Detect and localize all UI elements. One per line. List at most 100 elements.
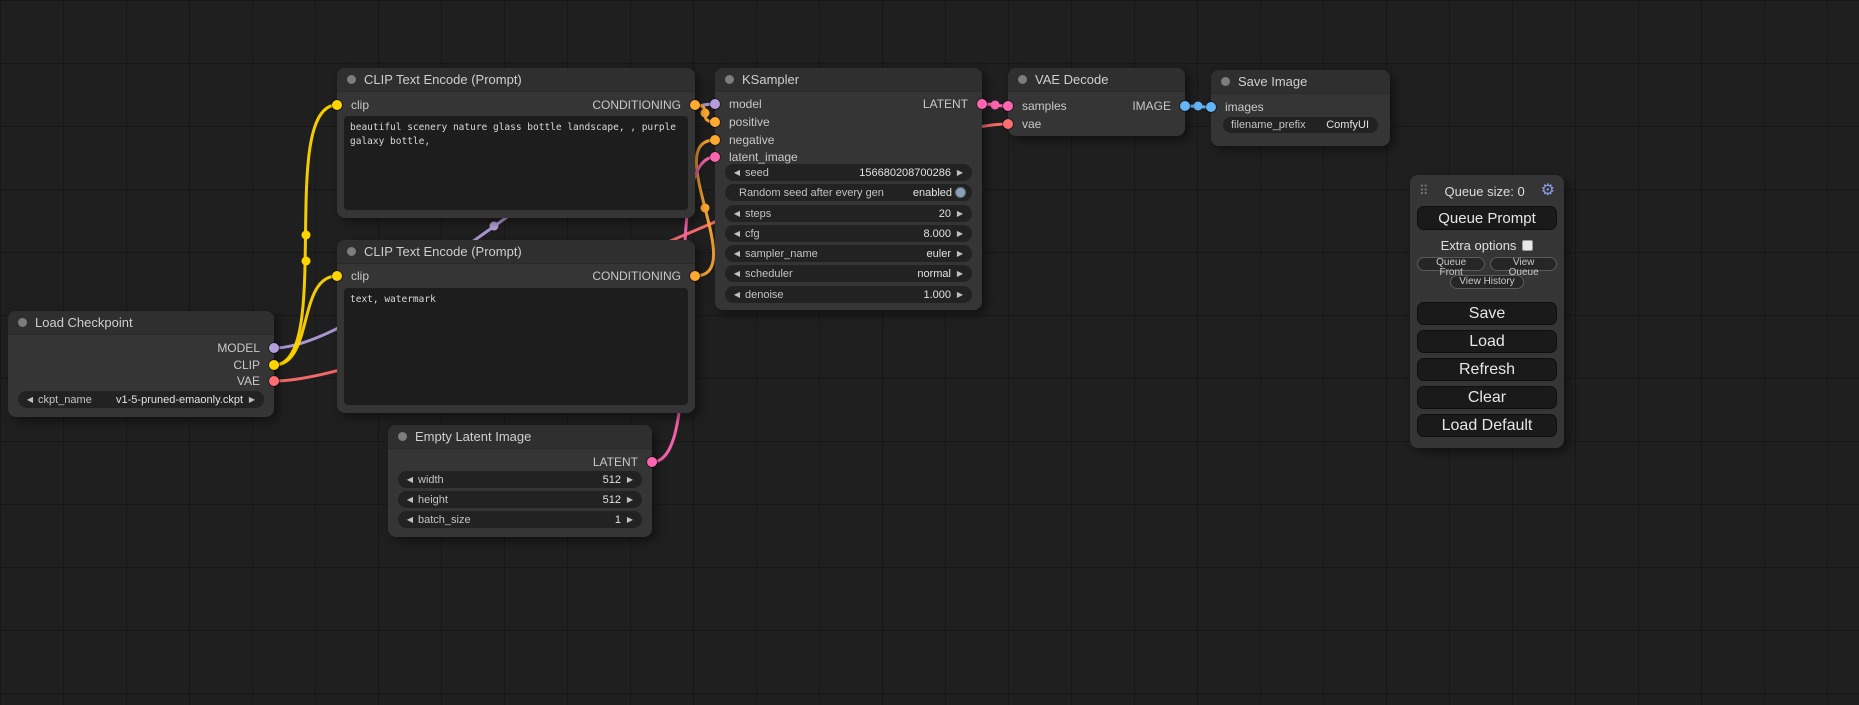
graph-canvas[interactable]: Load Checkpoint MODEL CLIP VAE ◀ ckpt_na… — [0, 0, 1859, 705]
queue-front-button[interactable]: Queue Front — [1417, 257, 1485, 271]
increment-arrow-icon[interactable]: ▶ — [954, 249, 966, 258]
decrement-arrow-icon[interactable]: ◀ — [731, 229, 743, 238]
width-widget[interactable]: ◀ width 512 ▶ — [398, 471, 642, 488]
decrement-arrow-icon[interactable]: ◀ — [731, 290, 743, 299]
cfg-widget[interactable]: ◀ cfg 8.000 ▶ — [725, 225, 972, 242]
node-load-checkpoint[interactable]: Load Checkpoint MODEL CLIP VAE ◀ ckpt_na… — [8, 311, 274, 417]
drag-handle-icon[interactable]: ⠿ — [1419, 183, 1429, 199]
widget-value: enabled — [913, 187, 952, 199]
collapse-dot[interactable] — [347, 75, 356, 84]
node-clip-text-encode-negative[interactable]: CLIP Text Encode (Prompt) clip CONDITION… — [337, 240, 695, 413]
settings-gear-icon[interactable]: ⚙ — [1541, 183, 1555, 199]
increment-arrow-icon[interactable]: ▶ — [954, 290, 966, 299]
latent-image-input-port[interactable] — [710, 152, 720, 162]
decrement-arrow-icon[interactable]: ◀ — [404, 475, 416, 484]
collapse-dot[interactable] — [1221, 77, 1230, 86]
collapse-dot[interactable] — [725, 75, 734, 84]
slot-label: vae — [1022, 117, 1041, 131]
random-seed-toggle[interactable]: Random seed after every gen enabled — [725, 184, 972, 201]
widget-label: scheduler — [745, 268, 793, 280]
positive-input-port[interactable] — [710, 117, 720, 127]
view-history-button[interactable]: View History — [1450, 275, 1523, 289]
widget-value: 1.000 — [923, 289, 951, 301]
image-output-port[interactable] — [1180, 101, 1190, 111]
increment-arrow-icon[interactable]: ▶ — [954, 209, 966, 218]
collapse-dot[interactable] — [398, 432, 407, 441]
input-slot-images: images — [1211, 99, 1390, 115]
conditioning-output-port[interactable] — [690, 100, 700, 110]
widget-value: 8.000 — [923, 228, 951, 240]
prompt-textarea[interactable]: text, watermark — [344, 288, 688, 405]
decrement-arrow-icon[interactable]: ◀ — [404, 515, 416, 524]
vae-output-port[interactable] — [269, 376, 279, 386]
model-output-port[interactable] — [269, 343, 279, 353]
save-button[interactable]: Save — [1417, 302, 1557, 325]
node-ksampler[interactable]: KSampler model positive negative latent_… — [715, 68, 982, 310]
ckpt-name-widget[interactable]: ◀ ckpt_name v1-5-pruned-emaonly.ckpt ▶ — [18, 391, 264, 408]
filename-prefix-widget[interactable]: filename_prefix ComfyUI — [1223, 117, 1378, 133]
denoise-widget[interactable]: ◀ denoise 1.000 ▶ — [725, 286, 972, 303]
widget-value: 156680208700286 — [859, 167, 951, 179]
widget-value: 512 — [603, 474, 621, 486]
node-vae-decode[interactable]: VAE Decode samples vae IMAGE — [1008, 68, 1185, 136]
increment-arrow-icon[interactable]: ▶ — [624, 515, 636, 524]
node-title-bar[interactable]: Load Checkpoint — [8, 311, 274, 335]
prompt-textarea[interactable]: beautiful scenery nature glass bottle la… — [344, 116, 688, 210]
batch-size-widget[interactable]: ◀ batch_size 1 ▶ — [398, 511, 642, 528]
node-title-bar[interactable]: Empty Latent Image — [388, 425, 652, 449]
node-title-bar[interactable]: VAE Decode — [1008, 68, 1185, 92]
increment-arrow-icon[interactable]: ▶ — [624, 475, 636, 484]
increment-arrow-icon[interactable]: ▶ — [954, 269, 966, 278]
extra-options-checkbox[interactable] — [1522, 240, 1533, 251]
node-title-bar[interactable]: CLIP Text Encode (Prompt) — [337, 240, 695, 264]
images-input-port[interactable] — [1206, 102, 1216, 112]
view-queue-button[interactable]: View Queue — [1490, 257, 1557, 271]
increment-arrow-icon[interactable]: ▶ — [954, 168, 966, 177]
clip-output-port[interactable] — [269, 360, 279, 370]
load-button[interactable]: Load — [1417, 330, 1557, 353]
sampler-name-widget[interactable]: ◀ sampler_name euler ▶ — [725, 245, 972, 262]
scheduler-widget[interactable]: ◀ scheduler normal ▶ — [725, 265, 972, 282]
latent-output-port[interactable] — [977, 99, 987, 109]
decrement-arrow-icon[interactable]: ◀ — [731, 249, 743, 258]
clear-button[interactable]: Clear — [1417, 386, 1557, 409]
link-midpoint-dot — [701, 204, 710, 213]
node-save-image[interactable]: Save Image images filename_prefix ComfyU… — [1211, 70, 1390, 146]
decrement-arrow-icon[interactable]: ◀ — [24, 395, 36, 404]
widget-value: euler — [927, 248, 951, 260]
node-empty-latent-image[interactable]: Empty Latent Image LATENT ◀ width 512 ▶ … — [388, 425, 652, 537]
vae-input-port[interactable] — [1003, 119, 1013, 129]
widget-label: denoise — [745, 289, 784, 301]
decrement-arrow-icon[interactable]: ◀ — [731, 269, 743, 278]
steps-widget[interactable]: ◀ steps 20 ▶ — [725, 205, 972, 222]
conditioning-output-port[interactable] — [690, 271, 700, 281]
collapse-dot[interactable] — [18, 318, 27, 327]
increment-arrow-icon[interactable]: ▶ — [954, 229, 966, 238]
widget-value: ComfyUI — [1326, 119, 1369, 131]
latent-output-port[interactable] — [647, 457, 657, 467]
decrement-arrow-icon[interactable]: ◀ — [731, 168, 743, 177]
load-default-button[interactable]: Load Default — [1417, 414, 1557, 437]
node-clip-text-encode-positive[interactable]: CLIP Text Encode (Prompt) clip CONDITION… — [337, 68, 695, 218]
collapse-dot[interactable] — [1018, 75, 1027, 84]
seed-widget[interactable]: ◀ seed 156680208700286 ▶ — [725, 164, 972, 181]
increment-arrow-icon[interactable]: ▶ — [246, 395, 258, 404]
node-title-bar[interactable]: CLIP Text Encode (Prompt) — [337, 68, 695, 92]
slot-label: LATENT — [593, 455, 638, 469]
collapse-dot[interactable] — [347, 247, 356, 256]
refresh-button[interactable]: Refresh — [1417, 358, 1557, 381]
queue-size-label: Queue size: 0 — [1444, 184, 1524, 199]
height-widget[interactable]: ◀ height 512 ▶ — [398, 491, 642, 508]
queue-panel-header: ⠿ Queue size: 0 ⚙ — [1417, 183, 1557, 201]
queue-prompt-button[interactable]: Queue Prompt — [1417, 206, 1557, 230]
output-slot-model: MODEL — [8, 340, 274, 356]
decrement-arrow-icon[interactable]: ◀ — [731, 209, 743, 218]
node-title-bar[interactable]: KSampler — [715, 68, 982, 92]
increment-arrow-icon[interactable]: ▶ — [624, 495, 636, 504]
negative-input-port[interactable] — [710, 135, 720, 145]
decrement-arrow-icon[interactable]: ◀ — [404, 495, 416, 504]
node-title-bar[interactable]: Save Image — [1211, 70, 1390, 94]
slot-label: VAE — [237, 374, 260, 388]
toggle-knob[interactable] — [955, 187, 966, 198]
node-title: Empty Latent Image — [415, 429, 531, 444]
